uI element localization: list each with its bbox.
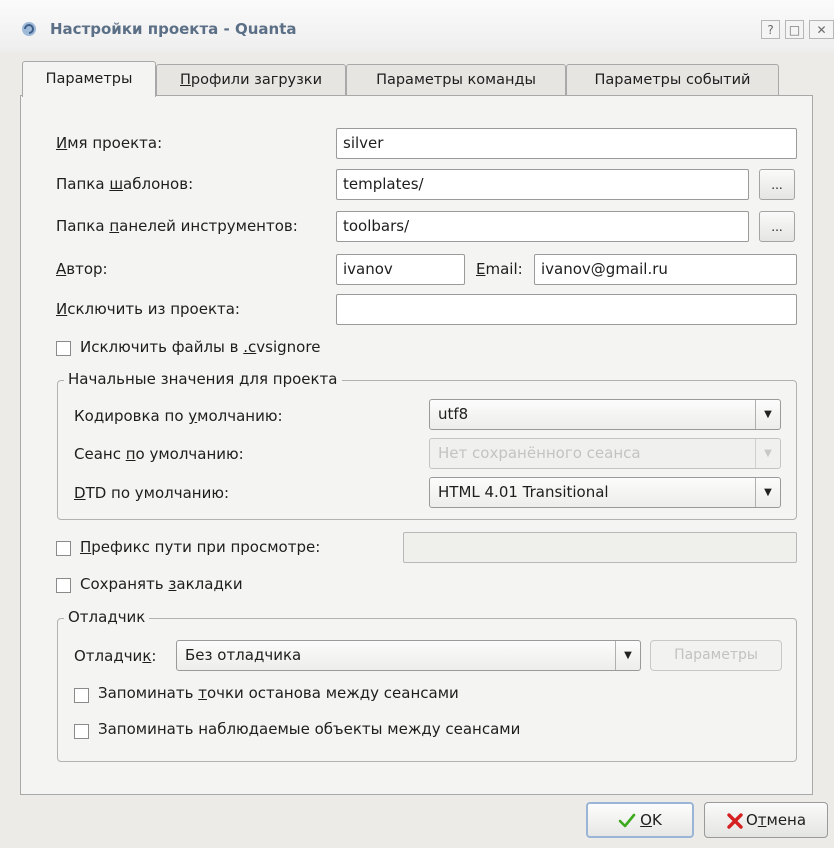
exclude-cvsignore-checkbox[interactable] <box>56 341 71 356</box>
tab-label: Параметры <box>45 71 133 87</box>
exclude-cvsignore-label[interactable]: Исключить файлы в .cvsignore <box>80 338 320 356</box>
ok-button[interactable]: OK <box>586 802 694 838</box>
cancel-button[interactable]: Отмена <box>704 802 828 838</box>
remember-breakpoints-checkbox[interactable] <box>74 688 89 703</box>
tab-event-parameters[interactable]: Параметры событий <box>566 64 779 96</box>
debugger-settings-button: Параметры <box>650 640 782 671</box>
author-input[interactable]: ivanov <box>336 254 465 285</box>
tab-upload-profiles[interactable]: Профили загрузки <box>156 64 346 96</box>
cancel-x-icon <box>727 812 743 829</box>
debugger-group-title: Отладчик <box>64 608 150 626</box>
tab-command-parameters[interactable]: Параметры команды <box>346 64 566 96</box>
session-label: Сеанс по умолчанию: <box>74 445 244 463</box>
toolbars-browse-button[interactable]: ... <box>759 211 795 242</box>
author-label: Автор: <box>56 260 108 278</box>
chevron-down-icon: ▼ <box>755 478 780 507</box>
preview-prefix-input <box>403 532 797 563</box>
save-bookmarks-label[interactable]: Сохранять закладки <box>80 575 243 593</box>
encoding-label: Кодировка по умолчанию: <box>74 407 283 425</box>
debugger-value: Без отладчика <box>185 646 302 664</box>
remember-watches-checkbox[interactable] <box>74 724 89 739</box>
help-button[interactable]: ? <box>761 20 780 39</box>
session-value: Нет сохранённого сеанса <box>438 444 641 462</box>
exclude-label: Исключить из проекта: <box>56 300 240 318</box>
toolbars-folder-input[interactable]: toolbars/ <box>336 211 749 242</box>
project-name-input[interactable]: silver <box>336 128 797 159</box>
tab-label: Параметры команды <box>376 72 536 88</box>
session-select: Нет сохранённого сеанса ▼ <box>429 438 781 469</box>
encoding-value: utf8 <box>438 405 469 423</box>
email-label: Email: <box>476 260 523 278</box>
remember-breakpoints-label[interactable]: Запоминать точки останова между сеансами <box>98 684 459 702</box>
quanta-app-icon <box>22 22 36 36</box>
window-title: Настройки проекта - Quanta <box>50 20 297 38</box>
templates-folder-input[interactable]: templates/ <box>336 169 749 200</box>
project-name-label: Имя проекта: <box>56 134 163 152</box>
checkmark-icon <box>618 813 636 827</box>
exclude-input[interactable] <box>336 294 797 325</box>
debugger-select[interactable]: Без отладчика ▼ <box>176 640 641 671</box>
save-bookmarks-checkbox[interactable] <box>56 578 71 593</box>
dtd-select[interactable]: HTML 4.01 Transitional ▼ <box>429 477 781 508</box>
maximize-button[interactable]: □ <box>785 20 804 39</box>
dtd-value: HTML 4.01 Transitional <box>438 483 609 501</box>
close-button[interactable]: ✕ <box>809 20 834 39</box>
dtd-label: DTD по умолчанию: <box>74 484 230 502</box>
defaults-group-title: Начальные значения для проекта <box>64 370 342 388</box>
chevron-down-icon: ▼ <box>755 400 780 429</box>
tab-label: рофили загрузки <box>190 72 322 88</box>
toolbars-folder-label: Папка панелей инструментов: <box>56 217 298 235</box>
chevron-down-icon: ▼ <box>615 641 640 670</box>
remember-watches-label[interactable]: Запоминать наблюдаемые объекты между сеа… <box>98 720 520 738</box>
templates-browse-button[interactable]: ... <box>759 169 795 200</box>
debugger-label: Отладчик: <box>74 647 157 665</box>
tab-parameters[interactable]: Параметры <box>22 61 156 97</box>
chevron-down-icon: ▼ <box>755 439 780 468</box>
email-input[interactable]: ivanov@gmail.ru <box>534 254 797 285</box>
encoding-select[interactable]: utf8 ▼ <box>429 399 781 430</box>
title-bar[interactable]: Настройки проекта - Quanta ? □ ✕ <box>0 0 834 52</box>
preview-prefix-checkbox[interactable] <box>56 541 71 556</box>
tab-label-accel: П <box>180 72 191 88</box>
preview-prefix-label[interactable]: Префикс пути при просмотре: <box>80 538 320 556</box>
templates-folder-label: Папка шаблонов: <box>56 175 194 193</box>
tab-label: Параметры событий <box>594 72 751 88</box>
